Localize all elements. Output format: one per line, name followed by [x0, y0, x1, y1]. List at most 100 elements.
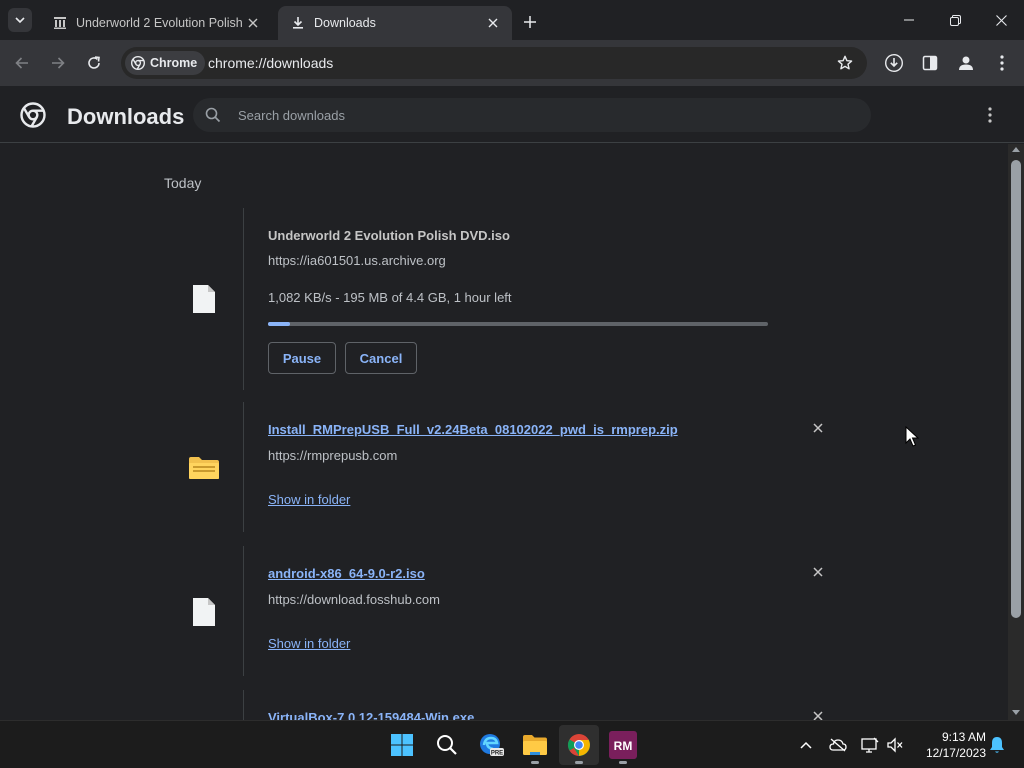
system-clock[interactable]: 9:13 AM 12/17/2023 — [916, 729, 986, 761]
chrome-logo-icon — [20, 102, 46, 128]
remove-item-button[interactable] — [808, 706, 828, 720]
search-downloads-box[interactable] — [193, 98, 871, 132]
close-icon — [813, 711, 823, 720]
download-item: android-x86_64-9.0-r2.iso https://downlo… — [164, 546, 838, 676]
chevron-down-icon — [15, 17, 25, 24]
show-in-folder-link[interactable]: Show in folder — [268, 492, 350, 507]
running-indicator — [575, 761, 583, 764]
file-name-link[interactable]: android-x86_64-9.0-r2.iso — [268, 566, 425, 581]
plus-icon — [524, 16, 536, 28]
search-input[interactable] — [238, 106, 838, 124]
network-tray-button[interactable] — [859, 733, 881, 757]
reload-button[interactable] — [80, 49, 108, 77]
page-title: Downloads — [67, 104, 185, 129]
volume-tray-button[interactable] — [884, 733, 906, 757]
side-panel-button[interactable] — [916, 49, 944, 77]
windows-taskbar: PRE RM 9:13 AM 12/17/2023 — [0, 720, 1024, 768]
file-source-url: https://download.fosshub.com — [268, 592, 440, 607]
file-icon-column — [164, 690, 244, 720]
minimize-icon — [904, 19, 914, 21]
close-icon — [813, 423, 823, 433]
file-name-link[interactable]: Install_RMPrepUSB_Full_v2.24Beta_0810202… — [268, 422, 678, 437]
tab-underworld[interactable]: Underworld 2 Evolution Polish DVD — [40, 6, 272, 40]
close-tab-icon[interactable] — [484, 14, 502, 32]
remove-item-button[interactable] — [808, 562, 828, 582]
rmprepusb-taskbar-button[interactable]: RM — [603, 725, 643, 765]
downloads-toolbar-button[interactable] — [880, 49, 908, 77]
clock-date: 12/17/2023 — [925, 746, 986, 760]
network-icon — [861, 737, 879, 753]
search-icon — [205, 107, 221, 123]
running-indicator — [531, 761, 539, 764]
page-scrollbar[interactable] — [1008, 144, 1024, 720]
downloads-more-button[interactable] — [978, 103, 1002, 127]
file-name-link[interactable]: VirtualBox-7.0.12-159484-Win.exe — [268, 710, 474, 720]
profile-button[interactable] — [952, 49, 980, 77]
download-progress-bar — [268, 322, 768, 326]
url-text[interactable]: chrome://downloads — [208, 55, 333, 71]
folder-icon — [523, 735, 547, 755]
show-hidden-icons-button[interactable] — [795, 733, 817, 757]
file-source-url: https://rmprepusb.com — [268, 448, 398, 463]
date-header: Today — [164, 175, 202, 191]
cancel-button[interactable]: Cancel — [345, 342, 417, 374]
clock-time: 9:13 AM — [941, 730, 986, 744]
download-item: VirtualBox-7.0.12-159484-Win.exe — [164, 690, 838, 720]
volume-muted-icon — [887, 737, 903, 753]
chrome-color-icon — [568, 734, 590, 756]
more-vertical-icon — [988, 107, 992, 123]
bookmark-star-button[interactable] — [835, 53, 855, 73]
download-status: 1,082 KB/s - 195 MB of 4.4 GB, 1 hour le… — [268, 290, 512, 305]
more-vertical-icon — [1000, 55, 1004, 71]
tab-downloads[interactable]: Downloads — [278, 6, 512, 40]
rm-app-icon: RM — [609, 731, 637, 759]
onedrive-tray-button[interactable] — [827, 733, 849, 757]
close-tab-icon[interactable] — [244, 14, 262, 32]
chevron-up-icon — [800, 741, 812, 749]
close-icon — [813, 567, 823, 577]
scroll-down-arrow-icon[interactable] — [1012, 710, 1020, 715]
address-bar[interactable]: Chrome chrome://downloads — [121, 47, 867, 79]
remove-item-button[interactable] — [808, 418, 828, 438]
bell-icon — [990, 737, 1004, 753]
download-item: Install_RMPrepUSB_Full_v2.24Beta_0810202… — [164, 402, 838, 532]
cloud-offline-icon — [829, 738, 847, 752]
pause-button[interactable]: Pause — [268, 342, 336, 374]
show-in-folder-link[interactable]: Show in folder — [268, 636, 350, 651]
edge-preview-button[interactable]: PRE — [471, 725, 511, 765]
restore-icon — [949, 14, 961, 26]
download-circle-icon — [884, 53, 904, 73]
notifications-button[interactable] — [986, 733, 1008, 757]
new-tab-button[interactable] — [518, 10, 542, 34]
chrome-taskbar-button[interactable] — [559, 725, 599, 765]
file-name: Underworld 2 Evolution Polish DVD.iso — [268, 228, 510, 243]
scrollbar-thumb[interactable] — [1011, 160, 1021, 618]
file-icon — [193, 598, 215, 626]
back-button[interactable] — [8, 49, 36, 77]
browser-toolbar: Chrome chrome://downloads — [0, 40, 1024, 86]
start-button[interactable] — [382, 725, 422, 765]
download-icon — [290, 15, 306, 31]
restore-button[interactable] — [932, 0, 978, 40]
file-source-url: https://ia601501.us.archive.org — [268, 253, 446, 268]
close-window-button[interactable] — [978, 0, 1024, 40]
minimize-button[interactable] — [886, 0, 932, 40]
close-icon — [995, 14, 1007, 26]
tab-title: Downloads — [314, 16, 376, 30]
person-icon — [959, 56, 973, 70]
site-info-chip[interactable]: Chrome — [125, 51, 206, 75]
title-bar: Underworld 2 Evolution Polish DVD Downlo… — [0, 0, 1024, 40]
zip-folder-icon — [189, 457, 219, 479]
scroll-up-arrow-icon[interactable] — [1012, 147, 1020, 152]
file-icon — [193, 285, 215, 313]
file-explorer-button[interactable] — [515, 725, 555, 765]
taskbar-search-button[interactable] — [427, 725, 467, 765]
arrow-right-icon — [52, 57, 65, 69]
mouse-cursor-icon — [905, 426, 919, 447]
chrome-menu-button[interactable] — [988, 49, 1016, 77]
tab-search-button[interactable] — [8, 8, 32, 32]
chip-label: Chrome — [150, 56, 198, 70]
downloads-list: Today Underworld 2 Evolution Polish DVD.… — [0, 144, 1008, 720]
search-icon — [437, 735, 457, 755]
forward-button[interactable] — [44, 49, 72, 77]
